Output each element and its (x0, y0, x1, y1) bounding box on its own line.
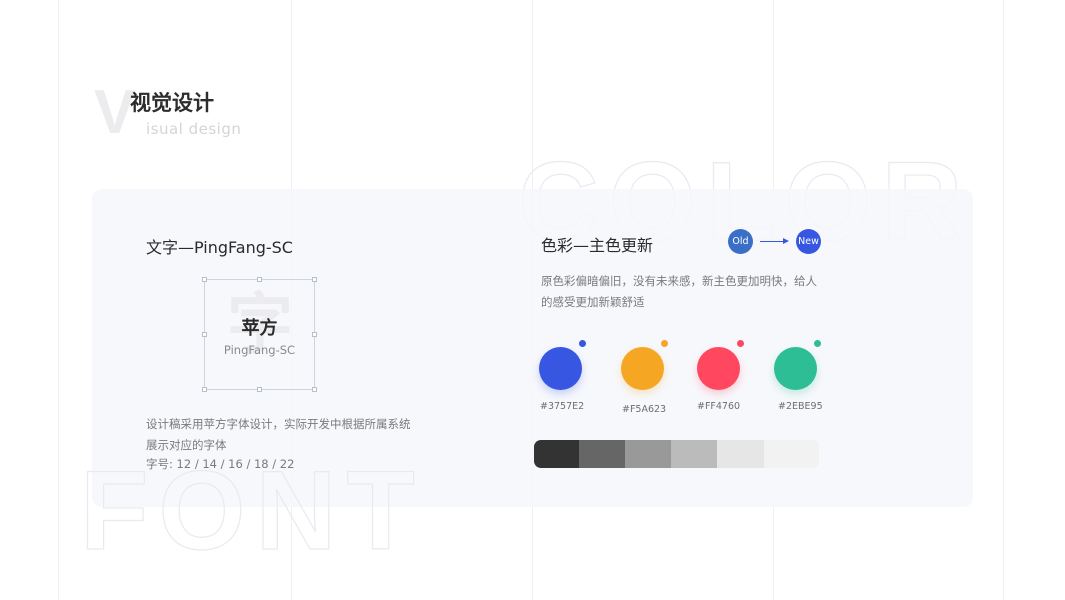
font-description-line: 设计稿采用苹方字体设计，实际开发中根据所属系统 (146, 417, 411, 431)
color-swatch (539, 347, 582, 390)
grid-line (1003, 0, 1004, 600)
gray-scale-segment (579, 440, 630, 468)
swatch-dot (661, 340, 668, 347)
font-description: 设计稿采用苹方字体设计，实际开发中根据所属系统 展示对应的字体 (146, 414, 411, 456)
swatch-hex-label: #FF4760 (697, 401, 741, 412)
gray-scale-segment (671, 440, 722, 468)
font-section-title: 文字—PingFang-SC (146, 238, 293, 257)
gray-scale-segment (625, 440, 676, 468)
color-section-title: 色彩—主色更新 (541, 236, 654, 255)
swatch-dot (737, 340, 744, 347)
grid-line (58, 0, 59, 600)
color-description: 原色彩偏暗偏旧，没有未来感，新主色更加明快，给人 的感受更加新颖舒适 (541, 271, 817, 313)
resize-handle (202, 332, 207, 337)
color-description-line: 原色彩偏暗偏旧，没有未来感，新主色更加明快，给人 (541, 274, 817, 288)
font-sample-cn: 苹方 (241, 318, 278, 339)
arrow-head-icon (783, 238, 789, 244)
swatch-dot (579, 340, 586, 347)
color-description-line: 的感受更加新颖舒适 (541, 295, 645, 309)
gray-scale-segment (764, 440, 819, 468)
resize-handle (312, 387, 317, 392)
resize-handle (202, 387, 207, 392)
new-color-badge: New (796, 229, 821, 254)
resize-handle (312, 277, 317, 282)
swatch-hex-label: #3757E2 (540, 401, 585, 412)
page-subtitle: isual design (146, 120, 242, 138)
swatch-dot (814, 340, 821, 347)
color-swatch (697, 347, 740, 390)
font-sample-box: 字 苹方 PingFang-SC (202, 277, 317, 392)
swatch-hex-label: #2EBE95 (778, 401, 823, 412)
font-sample-en: PingFang-SC (223, 343, 296, 357)
gray-scale-segment (717, 440, 768, 468)
resize-handle (257, 277, 262, 282)
gray-scale-segment (534, 440, 585, 468)
resize-handle (202, 277, 207, 282)
font-description-line: 展示对应的字体 (146, 438, 227, 452)
color-swatch (621, 347, 664, 390)
resize-handle (257, 387, 262, 392)
swatch-hex-label: #F5A623 (622, 404, 667, 415)
resize-handle (312, 332, 317, 337)
arrow-right-icon (760, 241, 784, 242)
old-color-badge: Old (728, 229, 753, 254)
page-title: 视觉设计 (130, 91, 214, 115)
font-size-list: 字号: 12 / 14 / 16 / 18 / 22 (146, 457, 295, 471)
color-swatch (774, 347, 817, 390)
